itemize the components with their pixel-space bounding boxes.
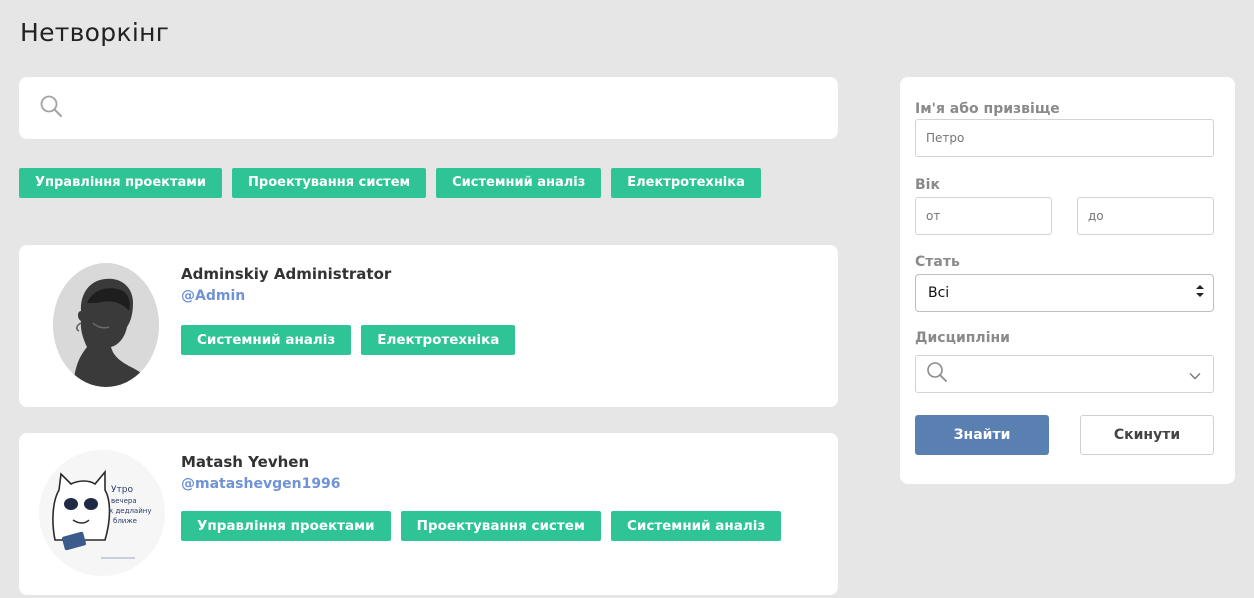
- reset-button[interactable]: Скинути: [1080, 415, 1214, 455]
- person-tag[interactable]: Системний аналіз: [181, 325, 352, 355]
- person-name[interactable]: Adminskiy Administrator: [181, 265, 391, 283]
- name-filter-input[interactable]: [915, 119, 1214, 157]
- name-filter-label: Ім'я або призвіще: [915, 101, 1060, 117]
- topic-tag[interactable]: Управління проектами: [19, 168, 223, 198]
- filter-panel: Ім'я або призвіще Вік Стать Всі Дисциплі…: [900, 77, 1235, 484]
- gender-select[interactable]: Всі: [915, 274, 1214, 312]
- person-tag[interactable]: Управління проектами: [181, 511, 391, 541]
- avatar[interactable]: [53, 263, 159, 387]
- avatar-caption: Утро: [111, 485, 133, 495]
- person-card[interactable]: Adminskiy Administrator @Admin Системний…: [19, 245, 838, 407]
- person-name[interactable]: Matash Yevhen: [181, 453, 309, 471]
- disciplines-select[interactable]: [915, 355, 1214, 393]
- person-card[interactable]: Утро вечера к дедлайну ближе Matash Yevh…: [19, 433, 838, 595]
- page-title: Нетворкінг: [20, 18, 170, 47]
- search-input[interactable]: [75, 88, 838, 128]
- avatar-caption: ближе: [113, 517, 137, 525]
- person-tag[interactable]: Системний аналіз: [610, 511, 782, 541]
- person-tag[interactable]: Проектування систем: [400, 511, 601, 541]
- search-button[interactable]: Знайти: [915, 415, 1049, 455]
- age-from-input[interactable]: [915, 197, 1052, 235]
- topic-tag[interactable]: Проектування систем: [232, 168, 427, 198]
- person-handle[interactable]: @Admin: [181, 288, 245, 304]
- person-tag-list: Управління проектами Проектування систем…: [181, 511, 782, 541]
- topic-tag-list: Управління проектами Проектування систем…: [19, 168, 761, 198]
- search-icon: [39, 94, 63, 122]
- select-arrows-icon: [1195, 284, 1205, 302]
- topic-tag[interactable]: Електротехніка: [611, 168, 761, 198]
- person-tag[interactable]: Електротехніка: [361, 325, 516, 355]
- disciplines-filter-label: Дисципліни: [915, 330, 1010, 346]
- avatar-caption: к дедлайну: [109, 507, 151, 515]
- topic-tag[interactable]: Системний аналіз: [436, 168, 602, 198]
- age-filter-label: Вік: [915, 177, 940, 193]
- avatar-caption: вечера: [111, 497, 137, 505]
- gender-filter-label: Стать: [915, 254, 960, 270]
- search-bar[interactable]: [19, 77, 838, 139]
- avatar[interactable]: Утро вечера к дедлайну ближе: [39, 450, 165, 576]
- age-to-input[interactable]: [1077, 197, 1214, 235]
- search-icon: [926, 361, 948, 387]
- gender-select-value: Всі: [928, 285, 950, 301]
- chevron-down-icon: [1189, 365, 1201, 384]
- person-tag-list: Системний аналіз Електротехніка: [181, 325, 516, 355]
- person-handle[interactable]: @matashevgen1996: [181, 476, 341, 492]
